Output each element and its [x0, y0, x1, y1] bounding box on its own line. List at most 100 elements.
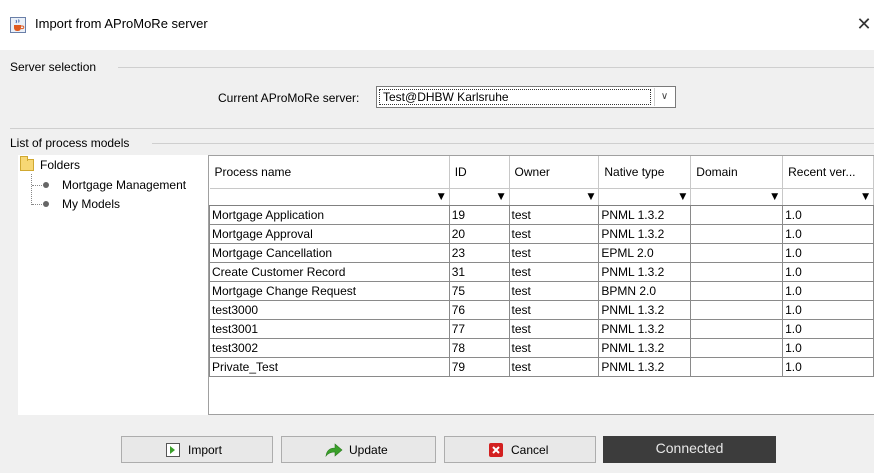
filter-recent-version[interactable]: ▼: [782, 187, 874, 206]
column-header-id[interactable]: ID: [449, 156, 510, 188]
filter-dropdown-icon[interactable]: ▼: [862, 192, 869, 202]
tree-line: [31, 174, 32, 205]
cell-domain: [690, 337, 784, 358]
cell-recent-version: 1.0: [782, 204, 874, 225]
cell-process-name: Mortgage Approval: [209, 223, 450, 244]
folder-icon: [20, 156, 34, 171]
server-select-value: Test@DHBW Karlsruhe: [379, 89, 651, 105]
cell-owner: test: [508, 261, 600, 282]
cell-process-name: test3002: [209, 337, 450, 358]
process-models-table: Process name ID Owner Native type Domain…: [208, 155, 874, 415]
cell-native-type: PNML 1.3.2: [598, 356, 692, 377]
cell-domain: [690, 223, 784, 244]
models-legend: List of process models: [10, 136, 130, 150]
tree-line: [32, 185, 42, 186]
cell-owner: test: [508, 280, 600, 301]
cell-recent-version: 1.0: [782, 223, 874, 244]
cell-process-name: Private_Test: [209, 356, 450, 377]
cell-recent-version: 1.0: [782, 242, 874, 263]
cancel-button[interactable]: Cancel: [444, 436, 596, 463]
process-table: Process name ID Owner Native type Domain…: [209, 156, 874, 377]
filter-id[interactable]: ▼: [449, 187, 510, 206]
table-row[interactable]: Mortgage Cancellation 23 test EPML 2.0 1.0: [209, 242, 874, 263]
cell-domain: [690, 261, 784, 282]
filter-dropdown-icon[interactable]: ▼: [498, 192, 505, 202]
tree-item-mortgage-management[interactable]: Mortgage Management: [62, 178, 186, 192]
cell-process-name: test3000: [209, 299, 450, 320]
green-arrow-icon: [325, 443, 343, 457]
cell-recent-version: 1.0: [782, 356, 874, 377]
cell-process-name: Create Customer Record: [209, 261, 450, 282]
cell-owner: test: [508, 242, 600, 263]
tree-item-my-models[interactable]: My Models: [62, 197, 120, 211]
cell-native-type: EPML 2.0: [598, 242, 692, 263]
table-row[interactable]: test3001 77 test PNML 1.3.2 1.0: [209, 318, 874, 339]
divider: [152, 143, 874, 144]
cell-native-type: PNML 1.3.2: [598, 337, 692, 358]
cell-native-type: BPMN 2.0: [598, 280, 692, 301]
cell-process-name: Mortgage Cancellation: [209, 242, 450, 263]
divider: [118, 67, 874, 68]
filter-dropdown-icon[interactable]: ▼: [679, 192, 686, 202]
cell-owner: test: [508, 204, 600, 225]
cell-id: 79: [448, 356, 510, 377]
cell-id: 76: [448, 299, 510, 320]
title-bar: Import from AProMoRe server ✕: [0, 0, 874, 50]
import-arrow-icon: [166, 443, 180, 457]
table-row[interactable]: Mortgage Application 19 test PNML 1.3.2 1.0: [209, 204, 874, 225]
cell-native-type: PNML 1.3.2: [598, 261, 692, 282]
cell-id: 78: [448, 337, 510, 358]
column-header-recent-version[interactable]: Recent ver...: [782, 156, 874, 188]
tree-node-icon: [43, 201, 49, 207]
import-button[interactable]: Import: [121, 436, 273, 463]
table-row[interactable]: Create Customer Record 31 test PNML 1.3.2 1.…: [209, 261, 874, 282]
cell-domain: [690, 318, 784, 339]
cell-domain: [690, 280, 784, 301]
cell-native-type: PNML 1.3.2: [598, 318, 692, 339]
java-cup-icon: [10, 17, 26, 33]
window-title: Import from AProMoRe server: [35, 16, 208, 31]
red-x-icon: [489, 443, 503, 457]
update-button[interactable]: Update: [281, 436, 436, 463]
cell-recent-version: 1.0: [782, 318, 874, 339]
filter-dropdown-icon[interactable]: ▼: [587, 192, 594, 202]
cell-domain: [690, 204, 784, 225]
filter-process-name[interactable]: ▼: [209, 187, 450, 206]
tree-root-folders[interactable]: Folders: [40, 158, 80, 172]
cell-native-type: PNML 1.3.2: [598, 223, 692, 244]
import-dialog: Import from AProMoRe server ✕ Server sel…: [0, 0, 874, 473]
divider: [10, 128, 874, 129]
server-select[interactable]: Test@DHBW Karlsruhe ∨: [376, 86, 676, 108]
cell-id: 20: [448, 223, 510, 244]
cell-domain: [690, 299, 784, 320]
cell-native-type: PNML 1.3.2: [598, 299, 692, 320]
column-header-process-name[interactable]: Process name: [209, 156, 450, 188]
connection-status: Connected: [603, 436, 776, 463]
cell-domain: [690, 356, 784, 377]
table-row[interactable]: test3002 78 test PNML 1.3.2 1.0: [209, 337, 874, 358]
server-selection-legend: Server selection: [10, 60, 97, 74]
cell-recent-version: 1.0: [782, 280, 874, 301]
table-row[interactable]: Mortgage Approval 20 test PNML 1.3.2 1.0: [209, 223, 874, 244]
column-header-domain[interactable]: Domain: [690, 156, 784, 188]
cell-id: 19: [448, 204, 510, 225]
column-header-native-type[interactable]: Native type: [598, 156, 692, 188]
cell-owner: test: [508, 318, 600, 339]
table-row[interactable]: Private_Test 79 test PNML 1.3.2 1.0: [209, 356, 874, 377]
filter-dropdown-icon[interactable]: ▼: [771, 192, 778, 202]
cell-owner: test: [508, 356, 600, 377]
cell-domain: [690, 242, 784, 263]
cell-owner: test: [508, 223, 600, 244]
filter-owner[interactable]: ▼: [509, 187, 600, 206]
table-row[interactable]: Mortgage Change Request 75 test BPMN 2.0 1.0: [209, 280, 874, 301]
table-row[interactable]: test3000 76 test PNML 1.3.2 1.0: [209, 299, 874, 320]
column-header-owner[interactable]: Owner: [509, 156, 600, 188]
chevron-down-icon[interactable]: ∨: [654, 88, 674, 106]
filter-dropdown-icon[interactable]: ▼: [438, 192, 445, 202]
filter-native-type[interactable]: ▼: [598, 187, 692, 206]
filter-domain[interactable]: ▼: [690, 187, 784, 206]
close-button[interactable]: ✕: [854, 10, 874, 40]
tree-line: [32, 204, 42, 205]
cell-process-name: Mortgage Change Request: [209, 280, 450, 301]
import-button-label: Import: [188, 443, 223, 457]
